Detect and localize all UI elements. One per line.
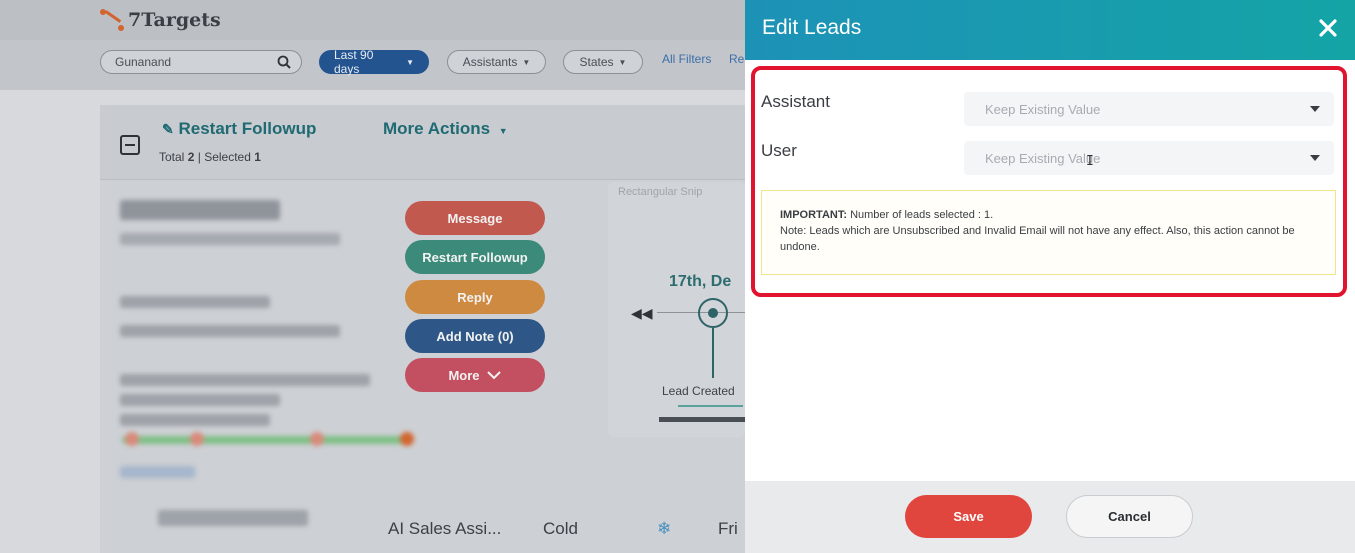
filter-bar: Gunanand Last 90 days ▼ Assistants ▼ Sta… — [0, 40, 745, 90]
progress-dot — [125, 432, 139, 446]
progress-dot — [400, 432, 414, 446]
chevron-down-icon: ▼ — [498, 126, 508, 136]
chevron-down-icon — [1310, 106, 1320, 112]
assistant-select-value: Keep Existing Value — [985, 101, 1101, 117]
close-icon — [1319, 19, 1337, 37]
search-icon[interactable] — [277, 55, 291, 69]
selected-count: 1 — [254, 150, 261, 164]
timeline-stem — [712, 328, 714, 378]
timeline-scrollbar[interactable] — [659, 417, 745, 422]
cancel-button[interactable]: Cancel — [1066, 495, 1193, 538]
more-actions-label: More Actions — [383, 119, 491, 138]
chevron-down-icon: ▼ — [618, 57, 627, 67]
reset-link[interactable]: Re — [729, 52, 744, 66]
rewind-icon[interactable]: ◀◀ — [631, 305, 653, 322]
lead-created-label: Lead Created — [662, 384, 735, 398]
second-lead-assistant: AI Sales Assi... — [388, 519, 502, 538]
lead-progress — [122, 436, 412, 444]
timeline-underline — [678, 405, 743, 407]
second-lead-name-redacted — [158, 510, 308, 526]
logo-icon — [100, 5, 126, 35]
assistant-select[interactable]: Keep Existing Value — [964, 92, 1334, 126]
chevron-down-icon — [486, 371, 501, 380]
assistant-label: Assistant — [761, 92, 830, 111]
more-label: More — [448, 367, 480, 383]
total-label: Total — [159, 150, 185, 164]
lead-meta2-redacted — [120, 394, 280, 406]
message-button[interactable]: Message — [405, 201, 545, 235]
chevron-down-icon: ▼ — [406, 57, 414, 67]
snip-label: Rectangular Snip — [618, 186, 703, 198]
chevron-down-icon: ▼ — [522, 57, 531, 67]
date-range-filter[interactable]: Last 90 days ▼ — [319, 48, 429, 76]
lead-status-redacted — [120, 296, 270, 308]
timeline-node[interactable] — [698, 298, 728, 328]
chevron-down-icon — [1310, 155, 1320, 161]
more-button[interactable]: More — [405, 358, 545, 392]
search-input[interactable]: Gunanand — [100, 50, 302, 74]
date-range-label: Last 90 days — [334, 48, 374, 76]
progress-dot — [310, 432, 324, 446]
pencil-icon: ✎ — [162, 121, 174, 137]
save-button[interactable]: Save — [905, 495, 1032, 538]
lead-name-redacted — [120, 200, 280, 220]
user-select[interactable]: Keep Existing Value — [964, 141, 1334, 175]
user-select-value: Keep Existing Value — [985, 150, 1101, 166]
important-label: IMPORTANT: — [780, 209, 848, 221]
modal-footer: Save Cancel — [745, 481, 1355, 553]
modal-title: Edit Leads — [762, 16, 862, 39]
restart-followup-label: Restart Followup — [178, 119, 317, 138]
lead-meta-redacted — [120, 374, 370, 386]
states-filter[interactable]: States ▼ — [563, 50, 643, 74]
lead-link-redacted — [120, 466, 195, 478]
all-filters-link[interactable]: All Filters — [662, 52, 711, 66]
restart-followup-link[interactable]: ✎ Restart Followup — [162, 119, 316, 139]
progress-dot — [190, 432, 204, 446]
second-lead-day: Fri — [718, 519, 738, 538]
assistants-filter[interactable]: Assistants ▼ — [447, 50, 546, 74]
lead-email-redacted — [120, 233, 340, 245]
add-note-button[interactable]: Add Note (0) — [405, 319, 545, 353]
lead-meta3-redacted — [120, 414, 270, 426]
close-button[interactable] — [1315, 15, 1341, 41]
logo[interactable]: 7Targets — [100, 2, 221, 38]
search-value: Gunanand — [115, 55, 172, 69]
text-cursor-icon: I — [1086, 154, 1094, 169]
restart-followup-button[interactable]: Restart Followup — [405, 240, 545, 274]
user-label: User — [761, 141, 797, 160]
states-label: States — [579, 55, 614, 69]
edit-leads-modal: Edit Leads Assistant Keep Existing Value… — [745, 0, 1355, 553]
leads-card-header: ✎ Restart Followup More Actions ▼ Total … — [100, 105, 745, 180]
note-text: Note: Leads which are Unsubscribed and I… — [780, 225, 1295, 253]
timeline-date: 17th, De — [669, 273, 732, 290]
total-count: 2 — [187, 150, 195, 164]
collapse-icon[interactable] — [120, 135, 140, 155]
lead-schedule-redacted — [120, 325, 340, 337]
reply-button[interactable]: Reply — [405, 280, 545, 314]
logo-text: 7Targets — [128, 9, 221, 31]
more-actions-dropdown[interactable]: More Actions ▼ — [383, 119, 508, 139]
selection-summary: Total 2 | Selected 1 — [159, 150, 261, 164]
modal-header: Edit Leads — [745, 0, 1355, 60]
important-note: IMPORTANT: Number of leads selected : 1.… — [761, 190, 1336, 275]
snowflake-icon: ❄ — [657, 519, 672, 538]
assistants-label: Assistants — [462, 55, 518, 69]
important-text: Number of leads selected : 1. — [850, 209, 994, 221]
second-lead-state: Cold — [543, 519, 578, 538]
selected-label: Selected — [204, 150, 251, 164]
important-line: IMPORTANT: Number of leads selected : 1. — [780, 207, 1317, 223]
